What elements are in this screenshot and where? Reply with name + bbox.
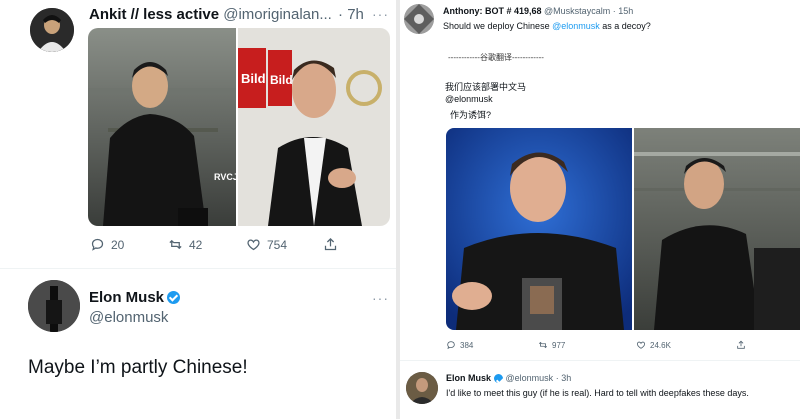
heart-icon	[636, 341, 646, 349]
left-screenshot-panel: Ankit // less active @imoriginalan... · …	[0, 0, 396, 419]
tweet-image-left[interactable]	[446, 128, 632, 330]
like-action[interactable]: 754	[246, 237, 287, 252]
share-action[interactable]	[736, 340, 746, 350]
tweet-image-left[interactable]: RVCJ	[88, 28, 236, 226]
mention-link[interactable]: @elonmusk	[552, 21, 600, 31]
reply-icon	[91, 238, 104, 251]
anthony-tweet-text: Should we deploy Chinese @elonmusk as a …	[443, 21, 651, 31]
elon-reply-text: I'd like to meet this guy (if he is real…	[446, 388, 749, 398]
ankit-time[interactable]: · 7h	[338, 6, 364, 23]
elon-photo: Bild Bild	[238, 28, 390, 226]
tweet-text-part: Should we deploy Chinese	[443, 21, 553, 31]
anthony-handle[interactable]: @Muskstaycalm	[544, 6, 610, 16]
elon-name[interactable]: Elon Musk	[89, 289, 164, 306]
like-count: 754	[267, 237, 288, 252]
translated-line-1: 我们应该部署中文马	[445, 82, 527, 92]
like-count: 24.6K	[650, 340, 671, 350]
share-icon	[737, 340, 745, 349]
more-options-icon[interactable]: ···	[372, 290, 389, 306]
avatar-figure-icon	[28, 280, 80, 332]
retweet-count: 42	[189, 237, 203, 252]
verified-badge-icon	[167, 291, 181, 304]
like-action[interactable]: 24.6K	[636, 340, 671, 350]
tweet-image-right[interactable]: Bild Bild	[238, 28, 390, 226]
translated-line-2: @elonmusk	[445, 94, 493, 104]
translate-label[interactable]: ------------谷歌翻译------------	[448, 52, 544, 63]
right-screenshot-panel: Anthony: BOT # 419,68 @Muskstaycalm · 15…	[400, 0, 800, 419]
translated-line-3: 作为诱饵?	[450, 110, 492, 120]
elon-tweet-text: Maybe I’m partly Chinese!	[28, 357, 248, 378]
elon-reply-header: Elon Musk @elonmusk · 3h	[446, 373, 571, 383]
elon-avatar[interactable]	[406, 372, 438, 404]
tweet-divider	[400, 360, 800, 361]
avatar-pattern-icon	[404, 4, 434, 34]
elon-avatar[interactable]	[28, 280, 80, 332]
ankit-handle[interactable]: @imoriginalan...	[223, 6, 332, 23]
anthony-avatar[interactable]	[404, 4, 434, 34]
reply-count: 20	[111, 237, 125, 252]
elon-name-row: Elon Musk	[89, 289, 181, 306]
lookalike-photo: RVCJ	[88, 28, 236, 226]
avatar-figure-icon	[30, 8, 74, 52]
rvcj-watermark: RVCJ	[214, 172, 236, 182]
elon-time[interactable]: · 3h	[556, 373, 572, 383]
retweet-icon	[538, 341, 548, 349]
bild-logo-1: Bild	[241, 71, 266, 86]
anthony-time[interactable]: · 15h	[613, 6, 634, 16]
retweet-count: 977	[552, 340, 566, 350]
reply-count: 384	[460, 340, 474, 350]
share-action[interactable]	[323, 237, 338, 252]
verified-badge-icon	[494, 374, 504, 383]
lookalike-photo	[634, 128, 800, 330]
ankit-avatar[interactable]	[30, 8, 74, 52]
retweet-action[interactable]: 977	[538, 340, 565, 350]
share-icon	[324, 237, 337, 251]
anthony-name[interactable]: Anthony: BOT # 419,68	[443, 6, 542, 16]
elon-handle[interactable]: @elonmusk	[89, 309, 168, 326]
more-options-icon[interactable]: ···	[372, 6, 389, 22]
bild-logo-2: Bild	[270, 73, 293, 87]
tweet-image-right[interactable]	[634, 128, 800, 330]
reply-action[interactable]: 384	[446, 340, 473, 350]
retweet-action[interactable]: 42	[168, 237, 202, 252]
tweet-divider	[0, 268, 396, 269]
reply-icon	[447, 341, 455, 350]
ankit-name[interactable]: Ankit // less active	[89, 6, 219, 23]
elon-photo	[446, 128, 632, 330]
retweet-icon	[169, 239, 182, 250]
heart-icon	[247, 239, 260, 251]
reply-action[interactable]: 20	[90, 237, 124, 252]
elon-name[interactable]: Elon Musk	[446, 373, 491, 383]
elon-handle[interactable]: @elonmusk	[506, 373, 554, 383]
avatar-figure-icon	[406, 372, 438, 404]
anthony-header: Anthony: BOT # 419,68 @Muskstaycalm · 15…	[443, 6, 633, 16]
ankit-header: Ankit // less active @imoriginalan... · …	[89, 6, 364, 23]
tweet-text-part: as a decoy?	[599, 21, 651, 31]
